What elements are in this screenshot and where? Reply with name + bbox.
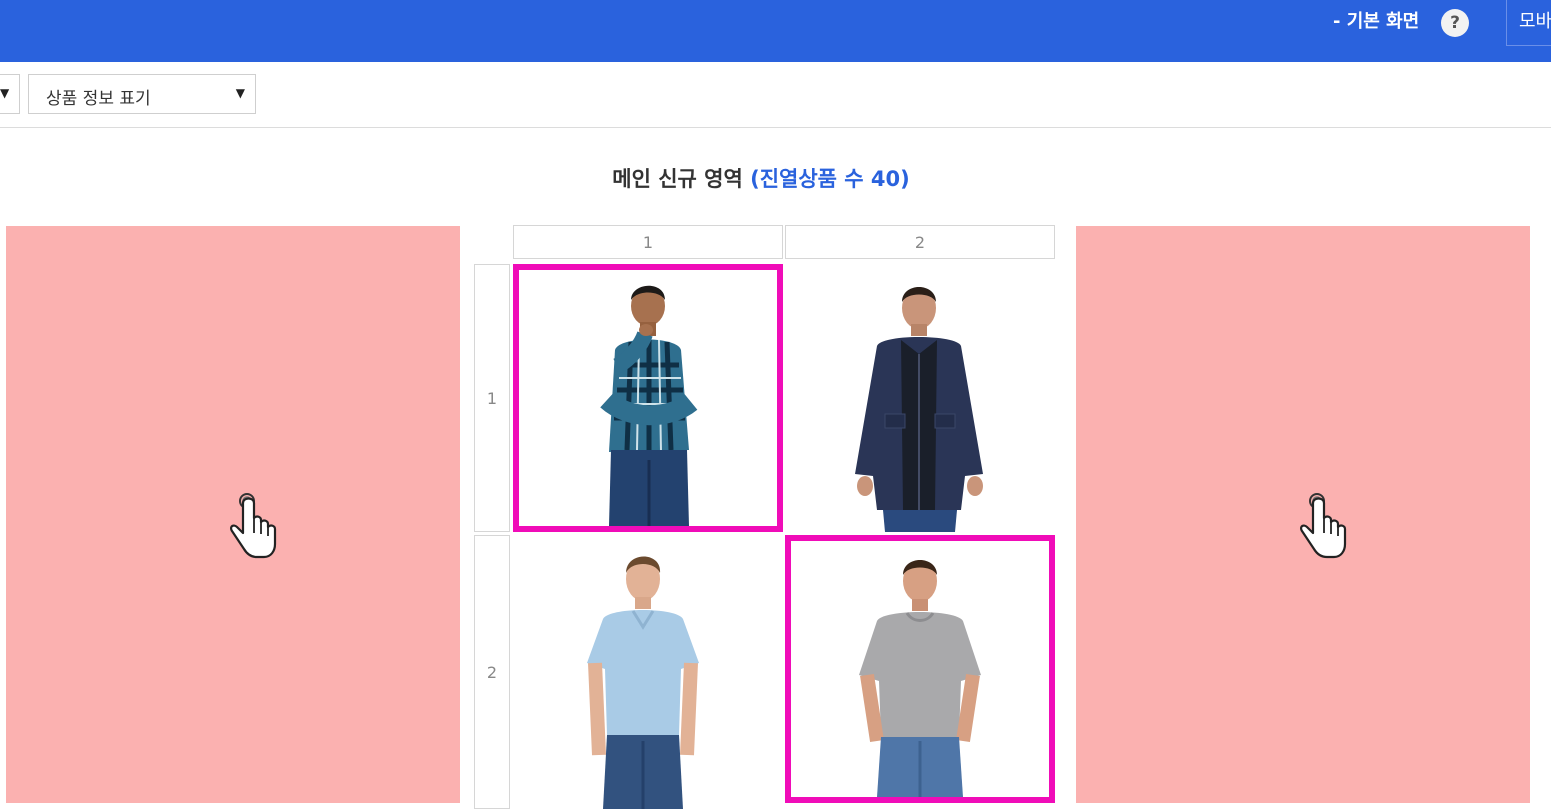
grid-column-header-1: 1 xyxy=(513,225,783,259)
display-area-title: 메인 신규 영역 (진열상품 수 40) xyxy=(0,163,1522,193)
product-cell-navy-jacket[interactable] xyxy=(785,264,1055,532)
grid-row-header-2: 2 xyxy=(474,535,510,809)
product-info-display-select[interactable]: 상품 정보 표기 ▼ xyxy=(28,74,256,114)
display-product-count: (진열상품 수 40) xyxy=(750,167,910,191)
product-image-light-blue-tshirt xyxy=(513,535,783,809)
dropdown-arrow-icon: ▼ xyxy=(0,86,10,100)
product-cell-plaid-shirt[interactable] xyxy=(513,264,783,532)
hand-pointer-icon xyxy=(1299,493,1347,559)
grid-column-header-2: 2 xyxy=(785,225,1055,259)
mobile-view-button[interactable]: 모바 xyxy=(1506,0,1551,46)
display-toolbar: ▼ 상품 정보 표기 ▼ xyxy=(0,62,1551,128)
hand-pointer-icon xyxy=(229,493,277,559)
grid-row-header-1: 1 xyxy=(474,264,510,532)
previous-page-panel[interactable] xyxy=(6,226,460,803)
product-image-gray-tshirt xyxy=(791,541,1049,797)
product-info-select-value: 상품 정보 표기 xyxy=(46,89,151,109)
dropdown-arrow-icon: ▼ xyxy=(235,86,245,100)
top-header-bar: - 기본 화면 ? 모바 xyxy=(0,0,1551,62)
display-option-select[interactable]: ▼ xyxy=(0,74,20,114)
product-image-navy-jacket xyxy=(785,264,1055,532)
area-name: 메인 신규 영역 xyxy=(612,167,743,191)
product-cell-gray-tshirt[interactable] xyxy=(785,535,1055,803)
next-page-panel[interactable] xyxy=(1076,226,1530,803)
product-image-plaid-shirt xyxy=(519,270,777,526)
help-icon[interactable]: ? xyxy=(1441,9,1469,37)
product-cell-light-blue-tshirt[interactable] xyxy=(513,535,783,809)
screen-mode-title: - 기본 화면 xyxy=(1333,11,1420,32)
